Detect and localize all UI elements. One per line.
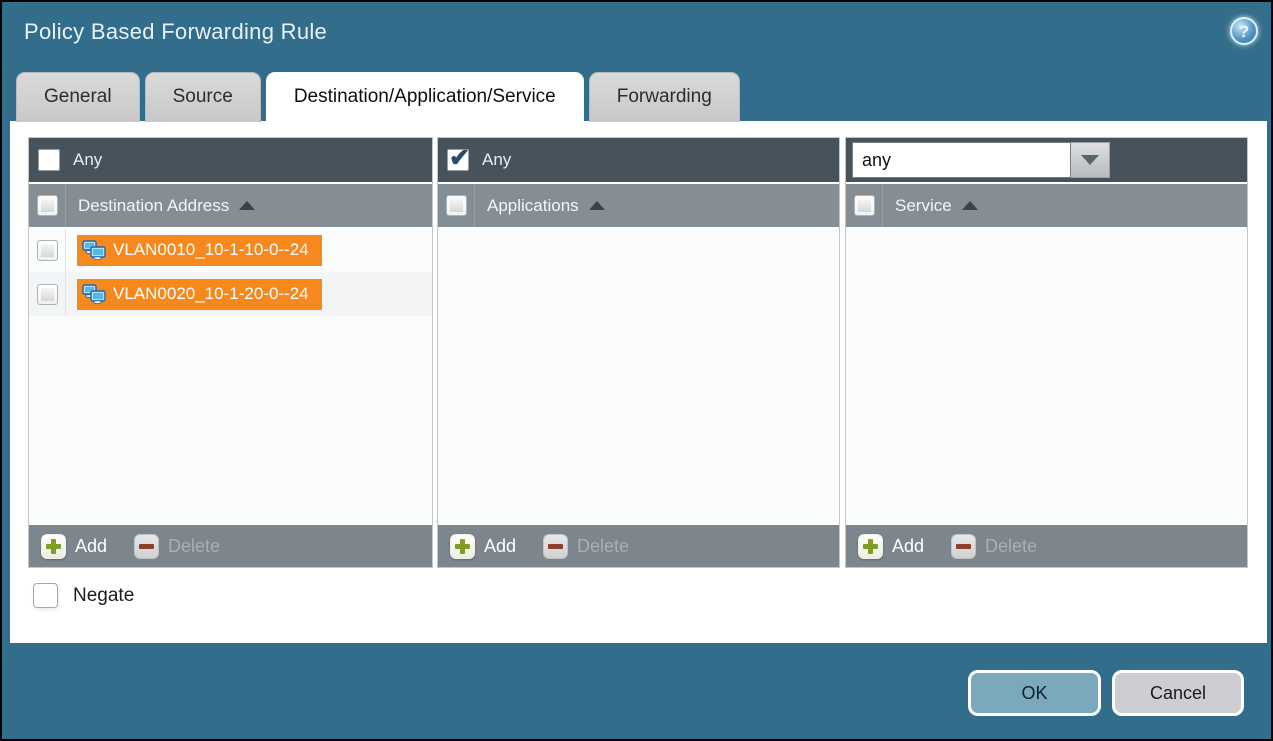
address-object-label: VLAN0020_10-1-20-0--24 xyxy=(113,284,309,304)
network-address-icon xyxy=(82,240,106,260)
service-list xyxy=(846,228,1247,524)
tab-bar: General Source Destination/Application/S… xyxy=(16,72,740,122)
add-button[interactable]: Add xyxy=(858,534,924,559)
destination-address-header[interactable]: Destination Address xyxy=(29,184,432,228)
destination-address-header-label: Destination Address xyxy=(78,196,255,216)
sort-ascending-icon xyxy=(239,201,255,210)
applications-any-label: Any xyxy=(482,150,511,170)
applications-toolbar: Add Delete xyxy=(438,524,839,567)
minus-icon xyxy=(543,534,568,559)
sort-ascending-icon xyxy=(962,201,978,210)
service-column: any Service Add xyxy=(845,137,1248,568)
applications-list xyxy=(438,228,839,524)
help-icon[interactable]: ? xyxy=(1230,17,1258,45)
sort-ascending-icon xyxy=(589,201,605,210)
applications-any-row: Any xyxy=(438,138,839,184)
applications-header-label: Applications xyxy=(487,196,605,216)
address-object-vlan0010[interactable]: VLAN0010_10-1-10-0--24 xyxy=(77,235,322,266)
destination-any-checkbox[interactable] xyxy=(38,149,60,171)
destination-address-column: Any Destination Address xyxy=(28,137,433,568)
pbf-rule-dialog: Policy Based Forwarding Rule ? General S… xyxy=(0,0,1273,741)
service-select-all-cell xyxy=(846,184,883,227)
destination-toolbar: Add Delete xyxy=(29,524,432,567)
applications-any-checkbox[interactable] xyxy=(447,149,469,171)
service-dropdown-row: any xyxy=(846,138,1247,184)
chevron-down-icon xyxy=(1081,155,1099,165)
row-checkbox[interactable] xyxy=(37,284,58,305)
table-row[interactable]: VLAN0020_10-1-20-0--24 xyxy=(29,272,432,316)
service-select-all-checkbox[interactable] xyxy=(854,195,875,216)
applications-select-all-checkbox[interactable] xyxy=(446,195,467,216)
destination-select-all-checkbox[interactable] xyxy=(37,195,58,216)
destination-select-all-cell xyxy=(29,184,66,227)
network-address-icon xyxy=(82,284,106,304)
delete-button[interactable]: Delete xyxy=(134,534,220,559)
applications-header[interactable]: Applications xyxy=(438,184,839,228)
table-row[interactable]: VLAN0010_10-1-10-0--24 xyxy=(29,228,432,272)
delete-button[interactable]: Delete xyxy=(951,534,1037,559)
plus-icon xyxy=(858,534,883,559)
service-header-label: Service xyxy=(895,196,978,216)
service-toolbar: Add Delete xyxy=(846,524,1247,567)
dropdown-button[interactable] xyxy=(1071,142,1110,178)
destination-any-label: Any xyxy=(73,150,102,170)
add-button[interactable]: Add xyxy=(450,534,516,559)
address-object-vlan0020[interactable]: VLAN0020_10-1-20-0--24 xyxy=(77,279,322,310)
applications-select-all-cell xyxy=(438,184,475,227)
tab-forwarding[interactable]: Forwarding xyxy=(589,72,740,122)
dialog-title: Policy Based Forwarding Rule xyxy=(24,19,327,45)
applications-column: Any Applications Add Delete xyxy=(437,137,840,568)
add-button[interactable]: Add xyxy=(41,534,107,559)
destination-any-row: Any xyxy=(29,138,432,184)
destination-address-list: VLAN0010_10-1-10-0--24 xyxy=(29,228,432,524)
service-type-dropdown[interactable]: any xyxy=(852,142,1110,178)
tab-general[interactable]: General xyxy=(16,72,140,122)
cancel-button[interactable]: Cancel xyxy=(1112,670,1244,716)
tab-content-panel: Any Destination Address xyxy=(10,121,1267,643)
plus-icon xyxy=(450,534,475,559)
service-type-value[interactable]: any xyxy=(852,142,1071,178)
ok-button[interactable]: OK xyxy=(968,670,1101,716)
tab-source[interactable]: Source xyxy=(145,72,261,122)
negate-label: Negate xyxy=(73,585,134,607)
row-checkbox[interactable] xyxy=(37,240,58,261)
tab-destination-application-service[interactable]: Destination/Application/Service xyxy=(266,72,584,123)
minus-icon xyxy=(134,534,159,559)
minus-icon xyxy=(951,534,976,559)
address-object-label: VLAN0010_10-1-10-0--24 xyxy=(113,240,309,260)
delete-button[interactable]: Delete xyxy=(543,534,629,559)
service-header[interactable]: Service xyxy=(846,184,1247,228)
plus-icon xyxy=(41,534,66,559)
negate-checkbox[interactable] xyxy=(33,583,58,608)
negate-option: Negate xyxy=(33,583,134,608)
